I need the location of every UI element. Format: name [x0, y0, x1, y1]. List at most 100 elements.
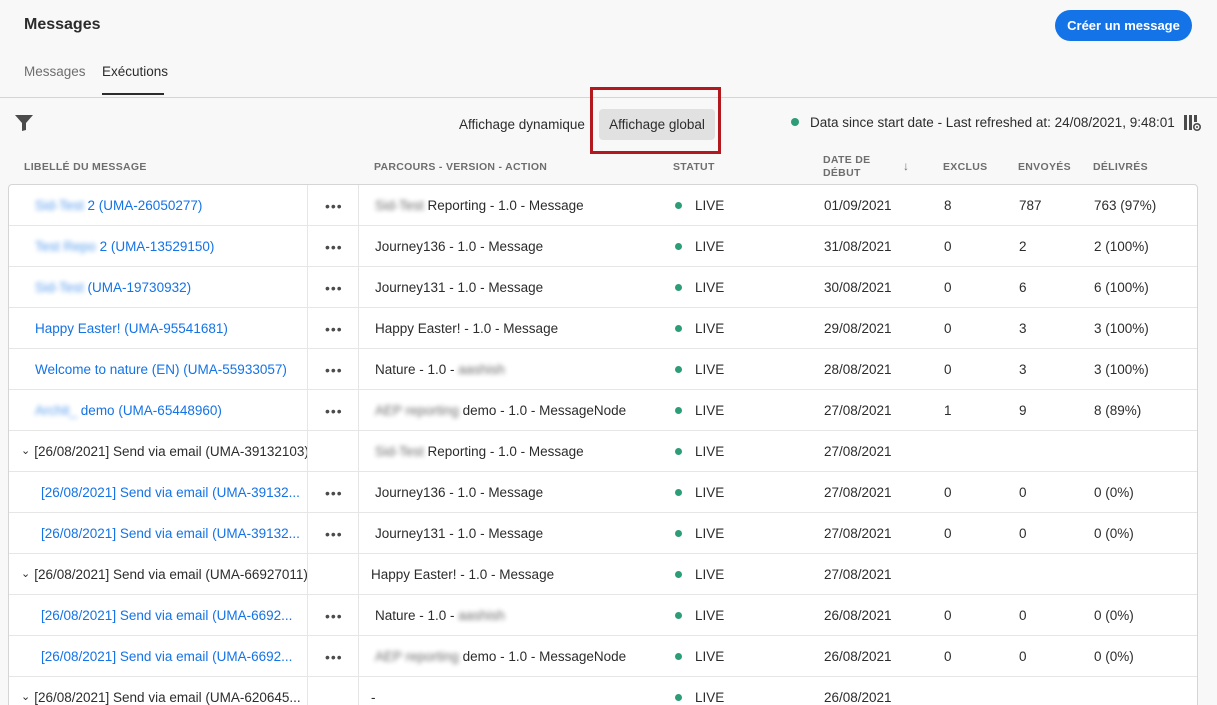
message-label-cell[interactable]: Sid-Test 2 (UMA-26050277): [35, 185, 202, 226]
more-actions-button[interactable]: •••: [325, 513, 343, 554]
column-header-label[interactable]: Libellé du message: [24, 161, 147, 174]
sent-count: 0: [1019, 485, 1027, 500]
more-actions-button[interactable]: •••: [325, 267, 343, 308]
start-date-cell: 30/08/2021: [824, 267, 892, 308]
table-row[interactable]: Sid-Test 2 (UMA-26050277) ••• Sid-Test Rep…: [9, 185, 1197, 226]
more-actions-button[interactable]: •••: [325, 185, 343, 226]
view-dynamic-button[interactable]: Affichage dynamique: [459, 117, 585, 132]
table-group-row[interactable]: ⌄ [26/08/2021] Send via email (UMA-669270…: [9, 554, 1197, 595]
more-actions-button[interactable]: •••: [325, 390, 343, 431]
status-text: LIVE: [695, 567, 725, 582]
live-status-dot: [675, 489, 682, 496]
excluded-count: 0: [944, 239, 952, 254]
table-row[interactable]: [26/08/2021] Send via email (UMA-6692...…: [9, 595, 1197, 636]
status-cell: LIVE: [675, 554, 724, 595]
filter-icon[interactable]: [14, 114, 34, 132]
column-settings-icon[interactable]: [1183, 114, 1201, 132]
more-actions-button[interactable]: •••: [325, 349, 343, 390]
delivered-cell: 3 (100%): [1094, 308, 1149, 349]
start-date: 27/08/2021: [824, 444, 892, 459]
expand-chevron-icon[interactable]: ⌄: [21, 690, 30, 703]
sent-cell: 0: [1019, 595, 1027, 636]
message-label-cell[interactable]: [26/08/2021] Send via email (UMA-6692...: [41, 595, 292, 636]
table-row[interactable]: [26/08/2021] Send via email (UMA-39132..…: [9, 472, 1197, 513]
journey-redacted: AEP reporting: [375, 649, 459, 664]
message-label-link[interactable]: [26/08/2021] Send via email (UMA-6692...: [41, 608, 292, 623]
excluded-cell: 0: [944, 636, 952, 677]
column-divider: [307, 431, 308, 472]
more-actions-button[interactable]: •••: [325, 308, 343, 349]
table-row[interactable]: Archit_ demo (UMA-65448960) ••• AEP report…: [9, 390, 1197, 431]
more-icon: •••: [325, 607, 343, 624]
more-icon: •••: [325, 279, 343, 296]
sort-descending-icon[interactable]: ↓: [903, 159, 909, 173]
column-header-excluded[interactable]: Exclus: [943, 161, 987, 174]
message-label-cell[interactable]: [26/08/2021] Send via email (UMA-39132..…: [41, 513, 300, 554]
tab-messages[interactable]: Messages: [24, 64, 86, 79]
status-text: LIVE: [695, 485, 725, 500]
message-label-cell[interactable]: Archit_ demo (UMA-65448960): [35, 390, 222, 431]
start-date-cell: 28/08/2021: [824, 349, 892, 390]
column-header-sent[interactable]: Envoyés: [1018, 161, 1071, 174]
column-divider: [307, 185, 308, 226]
message-label-cell[interactable]: Test Repo 2 (UMA-13529150): [35, 226, 214, 267]
message-label-link[interactable]: (UMA-19730932): [88, 280, 192, 295]
journey-text: Journey136 - 1.0 - Message: [375, 485, 544, 500]
table-group-row[interactable]: ⌄ [26/08/2021] Send via email (UMA-391321…: [9, 431, 1197, 472]
message-label-link[interactable]: [26/08/2021] Send via email (UMA-39132..…: [41, 526, 300, 541]
message-label-link[interactable]: demo (UMA-65448960): [81, 403, 222, 418]
table-row[interactable]: Sid-Test (UMA-19730932) ••• Journey131 - 1…: [9, 267, 1197, 308]
message-label-cell[interactable]: [26/08/2021] Send via email (UMA-6692...: [41, 636, 292, 677]
message-label-cell[interactable]: [26/08/2021] Send via email (UMA-39132..…: [41, 472, 300, 513]
excluded-count: 0: [944, 485, 952, 500]
more-actions-button[interactable]: •••: [325, 636, 343, 677]
message-label-cell[interactable]: Happy Easter! (UMA-95541681): [35, 308, 228, 349]
table-row[interactable]: Welcome to nature (EN) (UMA-55933057) •••…: [9, 349, 1197, 390]
message-label-link[interactable]: Welcome to nature (EN) (UMA-55933057): [35, 362, 287, 377]
column-header-start-date[interactable]: Date de début: [823, 154, 870, 180]
message-label-cell[interactable]: ⌄ [26/08/2021] Send via email (UMA-391321…: [21, 431, 309, 472]
delivered-cell: 0 (0%): [1094, 636, 1134, 677]
table-group-row[interactable]: ⌄ [26/08/2021] Send via email (UMA-620645…: [9, 677, 1197, 705]
column-divider: [358, 636, 359, 677]
table-row[interactable]: [26/08/2021] Send via email (UMA-6692...…: [9, 636, 1197, 677]
status-text: LIVE: [695, 321, 725, 336]
start-date: 27/08/2021: [824, 485, 892, 500]
table-row[interactable]: [26/08/2021] Send via email (UMA-39132..…: [9, 513, 1197, 554]
message-label-cell[interactable]: Sid-Test (UMA-19730932): [35, 267, 191, 308]
table-row[interactable]: Test Repo 2 (UMA-13529150) ••• Journey136 …: [9, 226, 1197, 267]
expand-chevron-icon[interactable]: ⌄: [21, 567, 30, 580]
message-label-link[interactable]: [26/08/2021] Send via email (UMA-6692...: [41, 649, 292, 664]
more-actions-button[interactable]: •••: [325, 226, 343, 267]
more-icon: •••: [325, 525, 343, 542]
message-label-link[interactable]: [26/08/2021] Send via email (UMA-39132..…: [41, 485, 300, 500]
status-cell: LIVE: [675, 185, 724, 226]
delivered-cell: 0 (0%): [1094, 472, 1134, 513]
create-message-button[interactable]: Créer un message: [1055, 10, 1192, 41]
start-date-cell: 26/08/2021: [824, 636, 892, 677]
table-row[interactable]: Happy Easter! (UMA-95541681) ••• Happy Eas…: [9, 308, 1197, 349]
message-label-cell[interactable]: ⌄ [26/08/2021] Send via email (UMA-620645…: [21, 677, 301, 705]
tab-executions[interactable]: Exécutions: [102, 64, 168, 79]
message-label-link[interactable]: Happy Easter! (UMA-95541681): [35, 321, 228, 336]
start-date-cell: 27/08/2021: [824, 431, 892, 472]
message-label-cell[interactable]: Welcome to nature (EN) (UMA-55933057): [35, 349, 287, 390]
message-label-link[interactable]: 2 (UMA-26050277): [88, 198, 203, 213]
column-divider: [307, 513, 308, 554]
excluded-count: 0: [944, 649, 952, 664]
more-actions-button[interactable]: •••: [325, 595, 343, 636]
column-header-journey[interactable]: Parcours - version - action: [374, 161, 547, 174]
column-header-delivered[interactable]: Délivrés: [1093, 161, 1148, 174]
message-label-cell[interactable]: ⌄ [26/08/2021] Send via email (UMA-669270…: [21, 554, 308, 595]
status-cell: LIVE: [675, 595, 724, 636]
view-global-button[interactable]: Affichage global: [599, 109, 715, 140]
more-actions-button[interactable]: •••: [325, 472, 343, 513]
column-header-status[interactable]: Statut: [673, 161, 715, 174]
expand-chevron-icon[interactable]: ⌄: [21, 444, 30, 457]
sent-count: 6: [1019, 280, 1027, 295]
journey-cell: Journey136 - 1.0 - Message: [375, 472, 543, 513]
column-header-start-date-line1: Date de: [823, 154, 871, 166]
status-text: LIVE: [695, 239, 725, 254]
status-text: LIVE: [695, 690, 725, 705]
message-label-link[interactable]: 2 (UMA-13529150): [100, 239, 215, 254]
